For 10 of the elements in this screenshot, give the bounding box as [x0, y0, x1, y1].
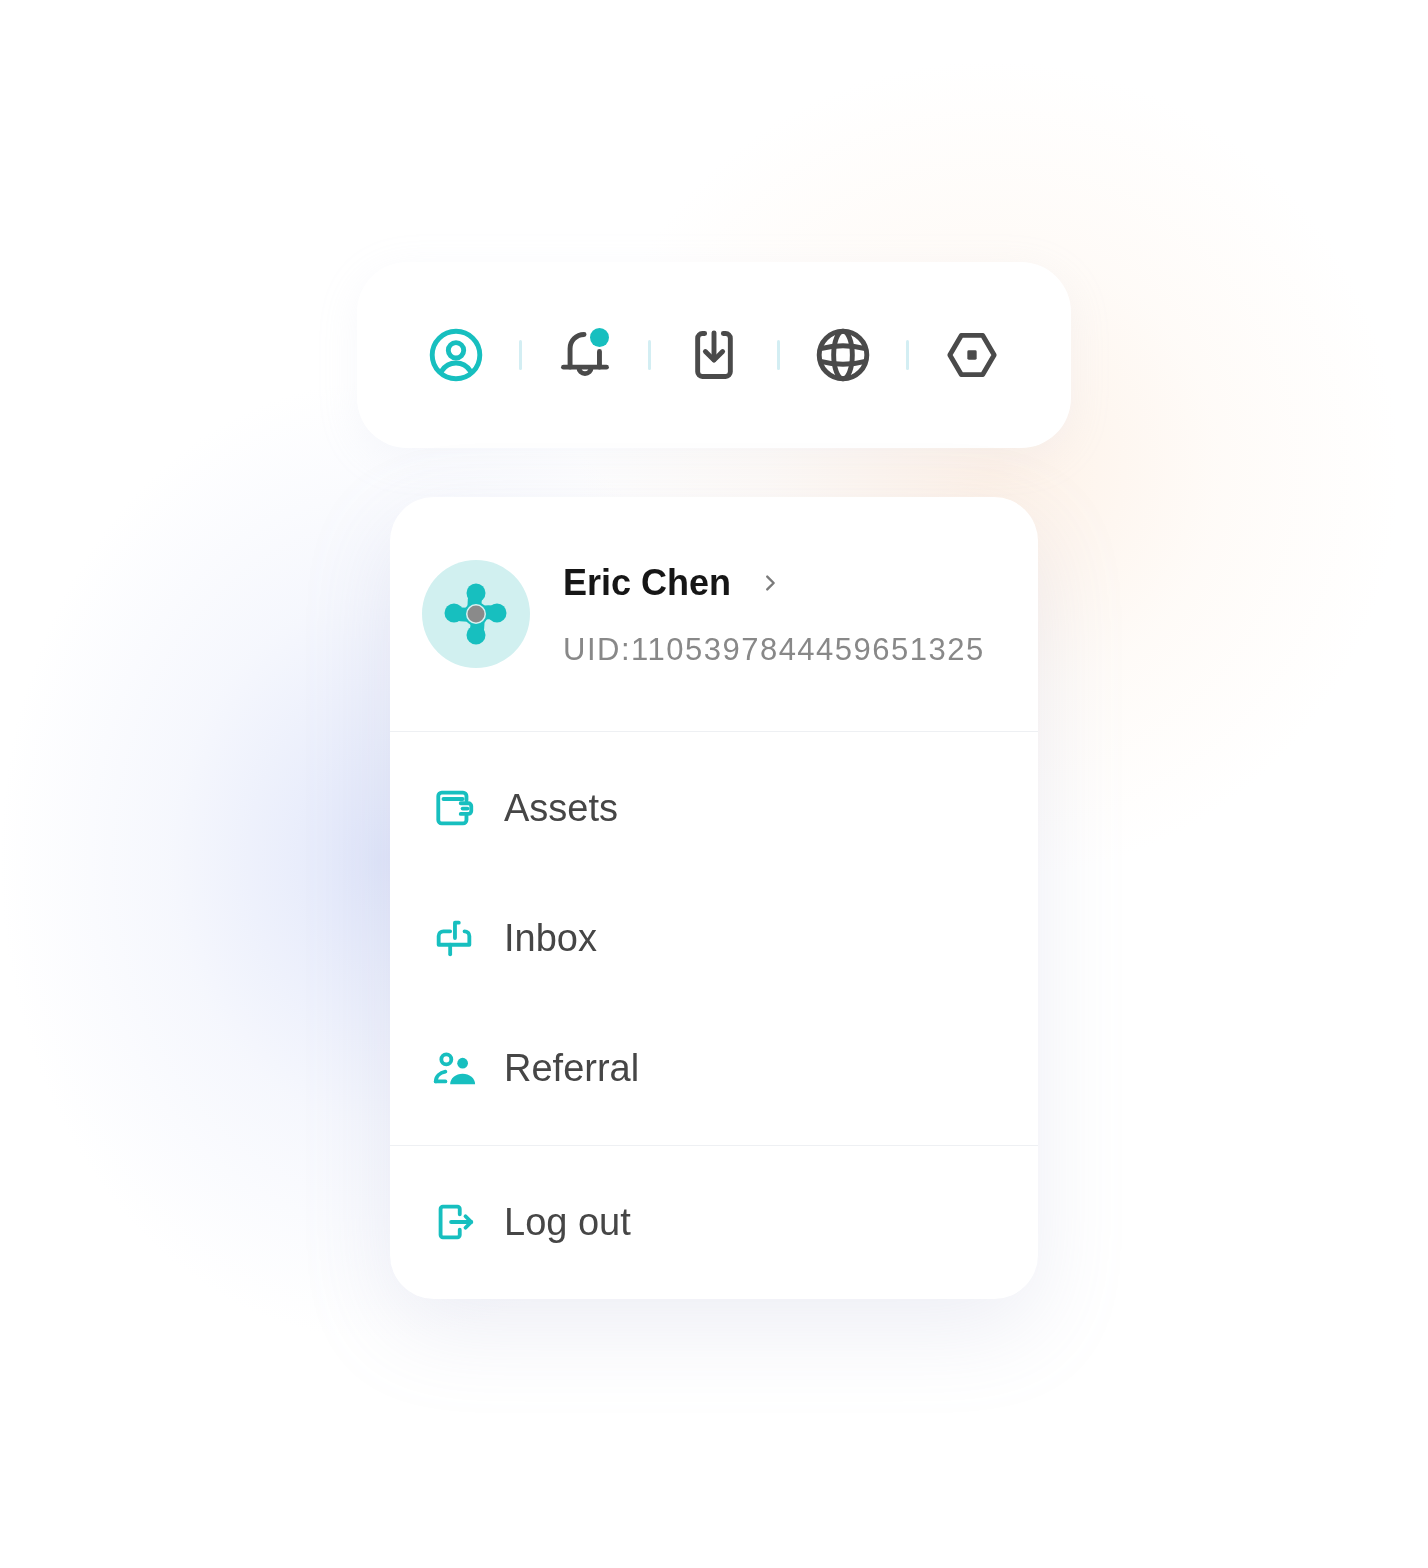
- menu-item[interactable]: Referral: [390, 1003, 1038, 1133]
- globe-icon: [815, 327, 871, 383]
- user-circle-icon: [428, 327, 484, 383]
- user-id-text: UID:1105397844459651325: [563, 634, 985, 665]
- menu-item[interactable]: Log out: [390, 1157, 1038, 1287]
- menu-item[interactable]: Inbox: [390, 873, 1038, 1003]
- profile-name-link[interactable]: Eric Chen: [563, 560, 782, 606]
- menu-item[interactable]: Assets: [390, 743, 1038, 873]
- avatar-logo-icon: [422, 560, 530, 668]
- language-button[interactable]: [815, 327, 871, 383]
